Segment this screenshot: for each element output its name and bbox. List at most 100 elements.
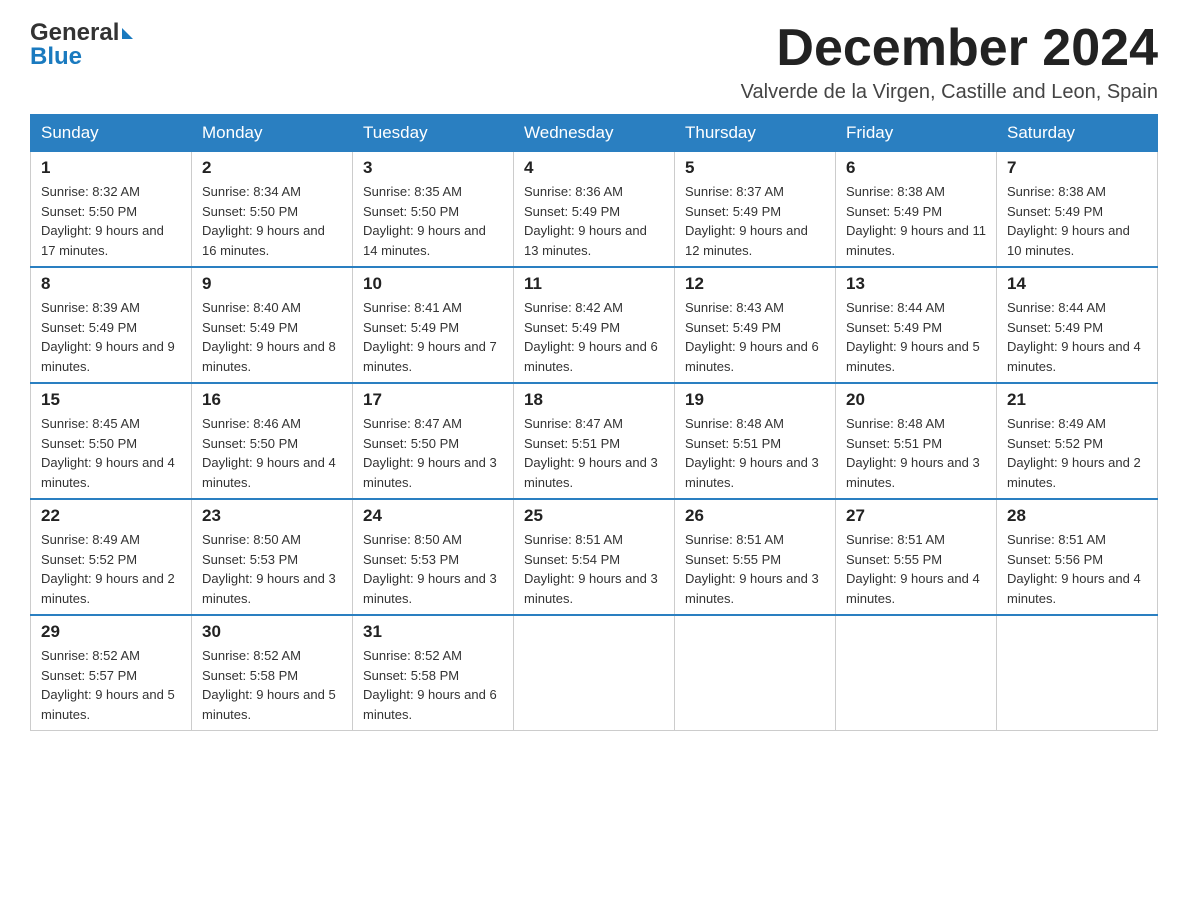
day-info: Sunrise: 8:48 AMSunset: 5:51 PMDaylight:… (846, 416, 980, 490)
day-number: 20 (846, 390, 986, 410)
calendar-cell: 24 Sunrise: 8:50 AMSunset: 5:53 PMDaylig… (353, 499, 514, 615)
day-number: 24 (363, 506, 503, 526)
day-number: 2 (202, 158, 342, 178)
day-info: Sunrise: 8:38 AMSunset: 5:49 PMDaylight:… (846, 184, 986, 258)
day-number: 11 (524, 274, 664, 294)
day-info: Sunrise: 8:51 AMSunset: 5:54 PMDaylight:… (524, 532, 658, 606)
day-number: 9 (202, 274, 342, 294)
day-info: Sunrise: 8:44 AMSunset: 5:49 PMDaylight:… (1007, 300, 1141, 374)
day-info: Sunrise: 8:32 AMSunset: 5:50 PMDaylight:… (41, 184, 164, 258)
calendar-cell: 23 Sunrise: 8:50 AMSunset: 5:53 PMDaylig… (192, 499, 353, 615)
calendar-cell (675, 615, 836, 731)
calendar-cell: 15 Sunrise: 8:45 AMSunset: 5:50 PMDaylig… (31, 383, 192, 499)
day-number: 10 (363, 274, 503, 294)
day-info: Sunrise: 8:52 AMSunset: 5:57 PMDaylight:… (41, 648, 175, 722)
calendar-cell: 29 Sunrise: 8:52 AMSunset: 5:57 PMDaylig… (31, 615, 192, 731)
day-number: 23 (202, 506, 342, 526)
day-number: 3 (363, 158, 503, 178)
calendar-cell: 20 Sunrise: 8:48 AMSunset: 5:51 PMDaylig… (836, 383, 997, 499)
calendar-cell: 13 Sunrise: 8:44 AMSunset: 5:49 PMDaylig… (836, 267, 997, 383)
day-info: Sunrise: 8:52 AMSunset: 5:58 PMDaylight:… (363, 648, 497, 722)
day-number: 4 (524, 158, 664, 178)
day-number: 27 (846, 506, 986, 526)
day-info: Sunrise: 8:39 AMSunset: 5:49 PMDaylight:… (41, 300, 175, 374)
location: Valverde de la Virgen, Castille and Leon… (741, 81, 1158, 104)
page-header: General Blue December 2024 Valverde de l… (30, 20, 1158, 104)
calendar-cell: 26 Sunrise: 8:51 AMSunset: 5:55 PMDaylig… (675, 499, 836, 615)
calendar-cell: 31 Sunrise: 8:52 AMSunset: 5:58 PMDaylig… (353, 615, 514, 731)
day-number: 31 (363, 622, 503, 642)
day-header-monday: Monday (192, 115, 353, 152)
day-info: Sunrise: 8:49 AMSunset: 5:52 PMDaylight:… (1007, 416, 1141, 490)
month-title: December 2024 (741, 20, 1158, 77)
logo: General Blue (30, 20, 133, 71)
calendar-cell: 3 Sunrise: 8:35 AMSunset: 5:50 PMDayligh… (353, 152, 514, 268)
calendar-cell: 28 Sunrise: 8:51 AMSunset: 5:56 PMDaylig… (997, 499, 1158, 615)
day-info: Sunrise: 8:35 AMSunset: 5:50 PMDaylight:… (363, 184, 486, 258)
day-info: Sunrise: 8:43 AMSunset: 5:49 PMDaylight:… (685, 300, 819, 374)
day-info: Sunrise: 8:41 AMSunset: 5:49 PMDaylight:… (363, 300, 497, 374)
calendar-cell (514, 615, 675, 731)
day-header-sunday: Sunday (31, 115, 192, 152)
day-info: Sunrise: 8:42 AMSunset: 5:49 PMDaylight:… (524, 300, 658, 374)
day-info: Sunrise: 8:36 AMSunset: 5:49 PMDaylight:… (524, 184, 647, 258)
calendar-cell: 6 Sunrise: 8:38 AMSunset: 5:49 PMDayligh… (836, 152, 997, 268)
calendar-cell: 5 Sunrise: 8:37 AMSunset: 5:49 PMDayligh… (675, 152, 836, 268)
calendar-cell: 12 Sunrise: 8:43 AMSunset: 5:49 PMDaylig… (675, 267, 836, 383)
day-number: 7 (1007, 158, 1147, 178)
day-number: 12 (685, 274, 825, 294)
day-info: Sunrise: 8:38 AMSunset: 5:49 PMDaylight:… (1007, 184, 1130, 258)
day-header-thursday: Thursday (675, 115, 836, 152)
day-header-wednesday: Wednesday (514, 115, 675, 152)
day-number: 13 (846, 274, 986, 294)
day-info: Sunrise: 8:34 AMSunset: 5:50 PMDaylight:… (202, 184, 325, 258)
day-header-friday: Friday (836, 115, 997, 152)
day-header-saturday: Saturday (997, 115, 1158, 152)
day-number: 28 (1007, 506, 1147, 526)
calendar-cell: 16 Sunrise: 8:46 AMSunset: 5:50 PMDaylig… (192, 383, 353, 499)
day-info: Sunrise: 8:52 AMSunset: 5:58 PMDaylight:… (202, 648, 336, 722)
calendar-cell: 7 Sunrise: 8:38 AMSunset: 5:49 PMDayligh… (997, 152, 1158, 268)
day-info: Sunrise: 8:51 AMSunset: 5:55 PMDaylight:… (685, 532, 819, 606)
day-number: 17 (363, 390, 503, 410)
day-info: Sunrise: 8:48 AMSunset: 5:51 PMDaylight:… (685, 416, 819, 490)
title-section: December 2024 Valverde de la Virgen, Cas… (741, 20, 1158, 104)
day-info: Sunrise: 8:49 AMSunset: 5:52 PMDaylight:… (41, 532, 175, 606)
calendar-cell (997, 615, 1158, 731)
day-header-tuesday: Tuesday (353, 115, 514, 152)
calendar-cell: 19 Sunrise: 8:48 AMSunset: 5:51 PMDaylig… (675, 383, 836, 499)
day-number: 25 (524, 506, 664, 526)
day-info: Sunrise: 8:51 AMSunset: 5:56 PMDaylight:… (1007, 532, 1141, 606)
day-number: 19 (685, 390, 825, 410)
calendar-table: SundayMondayTuesdayWednesdayThursdayFrid… (30, 114, 1158, 731)
calendar-cell: 2 Sunrise: 8:34 AMSunset: 5:50 PMDayligh… (192, 152, 353, 268)
calendar-cell: 4 Sunrise: 8:36 AMSunset: 5:49 PMDayligh… (514, 152, 675, 268)
calendar-cell: 8 Sunrise: 8:39 AMSunset: 5:49 PMDayligh… (31, 267, 192, 383)
day-info: Sunrise: 8:50 AMSunset: 5:53 PMDaylight:… (202, 532, 336, 606)
day-info: Sunrise: 8:44 AMSunset: 5:49 PMDaylight:… (846, 300, 980, 374)
calendar-cell: 21 Sunrise: 8:49 AMSunset: 5:52 PMDaylig… (997, 383, 1158, 499)
day-number: 1 (41, 158, 181, 178)
day-number: 18 (524, 390, 664, 410)
calendar-cell: 1 Sunrise: 8:32 AMSunset: 5:50 PMDayligh… (31, 152, 192, 268)
day-number: 5 (685, 158, 825, 178)
day-number: 21 (1007, 390, 1147, 410)
day-number: 29 (41, 622, 181, 642)
day-number: 6 (846, 158, 986, 178)
calendar-cell: 18 Sunrise: 8:47 AMSunset: 5:51 PMDaylig… (514, 383, 675, 499)
day-number: 16 (202, 390, 342, 410)
day-number: 14 (1007, 274, 1147, 294)
calendar-cell: 10 Sunrise: 8:41 AMSunset: 5:49 PMDaylig… (353, 267, 514, 383)
calendar-cell: 11 Sunrise: 8:42 AMSunset: 5:49 PMDaylig… (514, 267, 675, 383)
day-number: 30 (202, 622, 342, 642)
day-info: Sunrise: 8:50 AMSunset: 5:53 PMDaylight:… (363, 532, 497, 606)
day-number: 26 (685, 506, 825, 526)
day-number: 15 (41, 390, 181, 410)
calendar-cell: 30 Sunrise: 8:52 AMSunset: 5:58 PMDaylig… (192, 615, 353, 731)
day-info: Sunrise: 8:47 AMSunset: 5:51 PMDaylight:… (524, 416, 658, 490)
day-number: 22 (41, 506, 181, 526)
day-number: 8 (41, 274, 181, 294)
day-info: Sunrise: 8:46 AMSunset: 5:50 PMDaylight:… (202, 416, 336, 490)
calendar-cell: 27 Sunrise: 8:51 AMSunset: 5:55 PMDaylig… (836, 499, 997, 615)
calendar-cell: 14 Sunrise: 8:44 AMSunset: 5:49 PMDaylig… (997, 267, 1158, 383)
